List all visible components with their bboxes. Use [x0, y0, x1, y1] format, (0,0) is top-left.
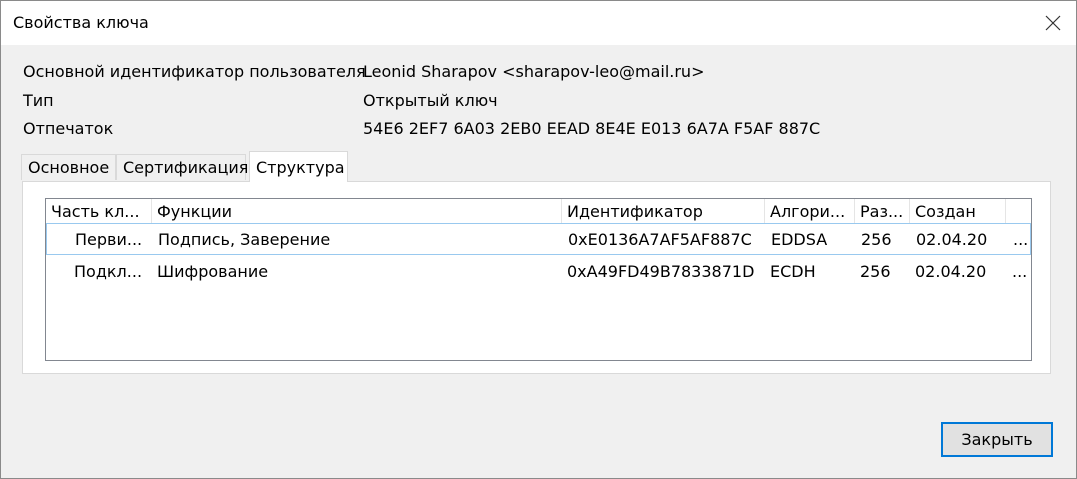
close-icon	[1045, 15, 1061, 31]
subkeys-list[interactable]: Часть кл... Функции Идентификатор Алгори…	[45, 198, 1032, 361]
table-row[interactable]: Подкл... Шифрование 0xA49FD49B7833871D E…	[46, 256, 1031, 288]
row-more: ...	[1013, 229, 1029, 249]
row-more: ...	[1012, 261, 1028, 281]
row-size: 256	[860, 261, 891, 281]
list-header: Часть кл... Функции Идентификатор Алгори…	[46, 199, 1031, 223]
row-algorithm: ECDH	[770, 261, 816, 281]
tab-general[interactable]: Основное	[21, 154, 116, 180]
structure-panel: Часть кл... Функции Идентификатор Алгори…	[22, 181, 1051, 374]
row-size: 256	[861, 229, 892, 249]
column-header-created[interactable]: Создан	[910, 199, 1006, 223]
window-close-button[interactable]	[1030, 1, 1076, 45]
title-bar: Свойства ключа	[1, 1, 1076, 45]
column-header-functions[interactable]: Функции	[152, 199, 562, 223]
row-created: 02.04.20	[915, 261, 987, 281]
row-identifier: 0xE0136A7AF5AF887C	[568, 229, 752, 249]
row-algorithm: EDDSA	[771, 229, 828, 249]
window-title: Свойства ключа	[13, 13, 149, 32]
key-properties-dialog: Свойства ключа Основной идентификатор по…	[0, 0, 1077, 479]
tab-structure[interactable]: Структура	[249, 151, 348, 182]
fingerprint-value: 54E6 2EF7 6A03 2EB0 EEAD 8E4E E013 6A7A …	[363, 119, 821, 138]
primary-user-id-value: Leonid Sharapov <sharapov-leo@mail.ru>	[363, 62, 705, 81]
row-part: Подкл...	[74, 261, 143, 281]
tab-certification[interactable]: Сертификация	[116, 154, 248, 180]
row-part: Перви...	[75, 229, 143, 249]
type-value: Открытый ключ	[363, 91, 498, 110]
column-header-algorithm[interactable]: Алгори...	[765, 199, 855, 223]
row-functions: Шифрование	[157, 261, 269, 281]
row-created: 02.04.20	[916, 229, 988, 249]
type-label: Тип	[23, 91, 54, 110]
column-header-identifier[interactable]: Идентификатор	[562, 199, 765, 223]
row-functions: Подпись, Заверение	[158, 229, 331, 249]
table-row[interactable]: Перви... Подпись, Заверение 0xE0136A7AF5…	[46, 223, 1031, 255]
column-header-part[interactable]: Часть кл...	[46, 199, 152, 223]
primary-user-id-label: Основной идентификатор пользователя	[23, 62, 366, 81]
row-identifier: 0xA49FD49B7833871D	[567, 261, 755, 281]
column-header-extra[interactable]	[1006, 199, 1031, 223]
close-button[interactable]: Закрыть	[941, 422, 1053, 457]
column-header-size[interactable]: Раз...	[855, 199, 910, 223]
fingerprint-label: Отпечаток	[23, 119, 114, 138]
